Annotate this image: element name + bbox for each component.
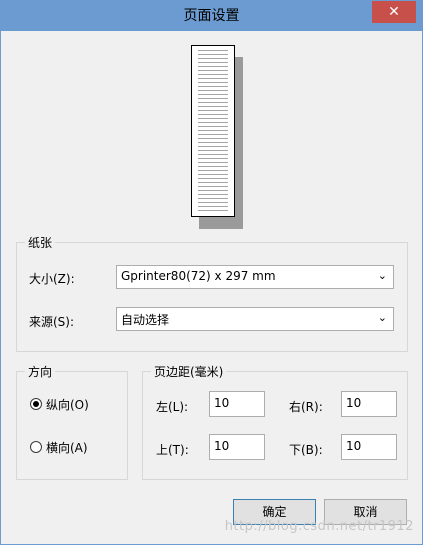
orientation-group-label: 方向 [25,363,56,380]
orientation-group: 方向 纵向(O) 横向(A) [16,363,128,480]
paper-source-select[interactable]: 自动选择 ⌄ [116,307,394,331]
watermark-text: http://blog.csdn.net/tr1912 [224,519,414,534]
paper-size-value: Gprinter80(72) x 297 mm [121,269,276,283]
dialog-content: 纸张 大小(Z): Gprinter80(72) x 297 mm ⌄ 来源(S… [1,31,422,544]
portrait-label[interactable]: 纵向(O) [46,396,89,413]
paper-size-select[interactable]: Gprinter80(72) x 297 mm ⌄ [116,265,394,289]
dialog-title: 页面设置 [183,8,240,24]
left-margin-input[interactable]: 10 [209,391,265,417]
page-preview [191,45,235,217]
preview-text-lines [198,50,228,212]
margins-group-label: 页边距(毫米) [151,363,227,380]
portrait-radio[interactable] [30,398,42,410]
landscape-radio[interactable] [30,441,42,453]
chevron-down-icon: ⌄ [377,311,387,324]
right-margin-input[interactable]: 10 [341,391,397,417]
paper-source-label: 来源(S): [29,315,75,329]
paper-source-value: 自动选择 [121,313,170,327]
paper-group: 纸张 大小(Z): Gprinter80(72) x 297 mm ⌄ 来源(S… [16,234,408,352]
chevron-down-icon: ⌄ [377,269,387,282]
close-button[interactable]: ✕ [372,1,416,23]
top-margin-value: 10 [214,439,230,453]
top-margin-input[interactable]: 10 [209,434,265,460]
paper-size-label: 大小(Z): [29,272,75,286]
margins-group: 页边距(毫米) 左(L): 10 右(R): 10 上(T): 10 下(B):… [142,363,408,480]
bottom-margin-label: 下(B): [289,443,323,457]
right-margin-value: 10 [346,396,362,410]
right-margin-label: 右(R): [289,400,323,414]
radio-selected-dot [33,401,39,407]
bottom-margin-value: 10 [346,439,362,453]
top-margin-label: 上(T): [156,443,189,457]
left-margin-label: 左(L): [156,400,189,414]
paper-group-label: 纸张 [25,234,56,251]
left-margin-value: 10 [214,396,230,410]
bottom-margin-input[interactable]: 10 [341,434,397,460]
page-setup-dialog: 页面设置 ✕ 纸张 大小(Z): Gprinter80(72) x 297 mm… [0,0,423,545]
landscape-label[interactable]: 横向(A) [46,439,88,456]
